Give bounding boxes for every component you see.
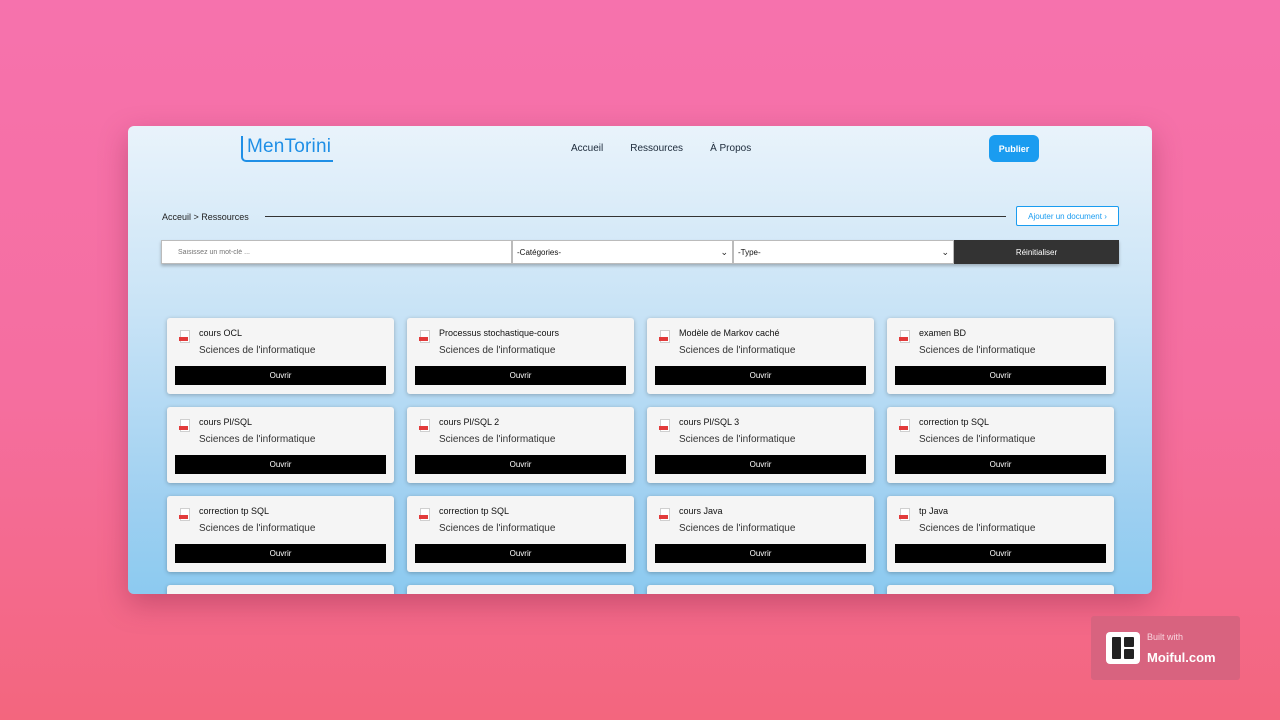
document-category: Sciences de l'informatique [199,434,316,445]
document-title: correction tp SQL [919,417,990,427]
pdf-file-icon [419,330,430,343]
open-document-button[interactable]: Ouvrir [655,544,866,563]
document-title: cours Pl/SQL 2 [439,417,500,427]
document-card [167,585,394,594]
app-window: MenTorini Accueil Ressources À Propos Pu… [128,126,1152,594]
document-card: cours Pl/SQL 2 Sciences de l'informatique… [407,407,634,483]
pdf-file-icon [179,330,190,343]
document-title: examen BD [919,328,967,338]
document-title: cours Java [679,506,723,516]
document-card: Modèle de Markov caché Sciences de l'info… [647,318,874,394]
document-category: Sciences de l'informatique [919,434,1036,445]
pdf-file-icon [899,419,910,432]
nav-link-a-propos[interactable]: À Propos [710,143,751,154]
open-document-button[interactable]: Ouvrir [175,544,386,563]
open-document-button[interactable]: Ouvrir [175,366,386,385]
document-card: correction tp SQL Sciences de l'informati… [887,407,1114,483]
pdf-file-icon [419,508,430,521]
publish-button[interactable]: Publier [989,135,1039,162]
document-category: Sciences de l'informatique [679,345,796,356]
document-title: cours Pl/SQL 3 [679,417,740,427]
add-document-button[interactable]: Ajouter un document › [1016,206,1119,226]
document-category: Sciences de l'informatique [919,523,1036,534]
pdf-file-icon [659,330,670,343]
open-document-button[interactable]: Ouvrir [655,455,866,474]
pdf-file-icon [659,419,670,432]
breadcrumb-divider [265,216,1006,217]
document-card: cours OCL Sciences de l'informatique Ouvri… [167,318,394,394]
category-select[interactable]: -Catégories- ⌄ [512,240,733,264]
badge-caption: Built with [1147,632,1184,642]
search-input[interactable] [161,240,512,264]
document-card [887,585,1114,594]
pdf-file-icon [899,330,910,343]
document-category: Sciences de l'informatique [199,523,316,534]
document-category: Sciences de l'informatique [439,434,556,445]
document-card: cours Pl/SQL 3 Sciences de l'informatique… [647,407,874,483]
document-card: cours Pl/SQL Sciences de l'informatique Ou… [167,407,394,483]
badge-brand: Moiful.com [1147,650,1216,665]
breadcrumb: Acceuil > Ressources [162,212,249,222]
chevron-down-icon: ⌄ [720,246,728,257]
open-document-button[interactable]: Ouvrir [895,455,1106,474]
pdf-file-icon [179,508,190,521]
main-nav: Accueil Ressources À Propos [571,143,751,154]
document-title: cours Pl/SQL [199,417,253,427]
document-category: Sciences de l'informatique [439,345,556,356]
document-card [647,585,874,594]
document-card [407,585,634,594]
nav-link-accueil[interactable]: Accueil [571,143,603,154]
document-title: Modèle de Markov caché [679,328,780,338]
document-card: examen BD Sciences de l'informatique Ouvri… [887,318,1114,394]
document-category: Sciences de l'informatique [679,434,796,445]
document-title: correction tp SQL [199,506,270,516]
reset-button[interactable]: Réinitialiser [954,240,1119,264]
document-card: tp Java Sciences de l'informatique Ouvrir [887,496,1114,572]
document-category: Sciences de l'informatique [919,345,1036,356]
document-grid: cours OCL Sciences de l'informatique Ouvri… [167,318,1114,594]
document-category: Sciences de l'informatique [199,345,316,356]
document-card: cours Java Sciences de l'informatique Ouvr… [647,496,874,572]
document-title: Processus stochastique-cours [439,328,560,338]
open-document-button[interactable]: Ouvrir [655,366,866,385]
open-document-button[interactable]: Ouvrir [415,544,626,563]
document-title: cours OCL [199,328,243,338]
moiful-logo-icon [1106,632,1140,664]
nav-link-ressources[interactable]: Ressources [630,143,683,154]
open-document-button[interactable]: Ouvrir [895,544,1106,563]
pdf-file-icon [659,508,670,521]
document-card: correction tp SQL Sciences de l'informati… [407,496,634,572]
open-document-button[interactable]: Ouvrir [415,455,626,474]
site-logo[interactable]: MenTorini [241,136,334,162]
pdf-file-icon [179,419,190,432]
document-card: correction tp SQL Sciences de l'informati… [167,496,394,572]
open-document-button[interactable]: Ouvrir [175,455,386,474]
document-title: correction tp SQL [439,506,510,516]
filter-bar: -Catégories- ⌄ -Type- ⌄ Réinitialiser [161,240,1119,264]
type-select-value: -Type- [738,247,761,257]
document-card: Processus stochastique-cours Sciences de … [407,318,634,394]
document-category: Sciences de l'informatique [439,523,556,534]
chevron-down-icon: ⌄ [941,246,949,257]
pdf-file-icon [899,508,910,521]
type-select[interactable]: -Type- ⌄ [733,240,954,264]
document-title: tp Java [919,506,949,516]
built-with-badge[interactable]: Built with Moiful.com [1091,616,1240,680]
pdf-file-icon [419,419,430,432]
document-category: Sciences de l'informatique [679,523,796,534]
open-document-button[interactable]: Ouvrir [895,366,1106,385]
open-document-button[interactable]: Ouvrir [415,366,626,385]
category-select-value: -Catégories- [517,247,562,257]
